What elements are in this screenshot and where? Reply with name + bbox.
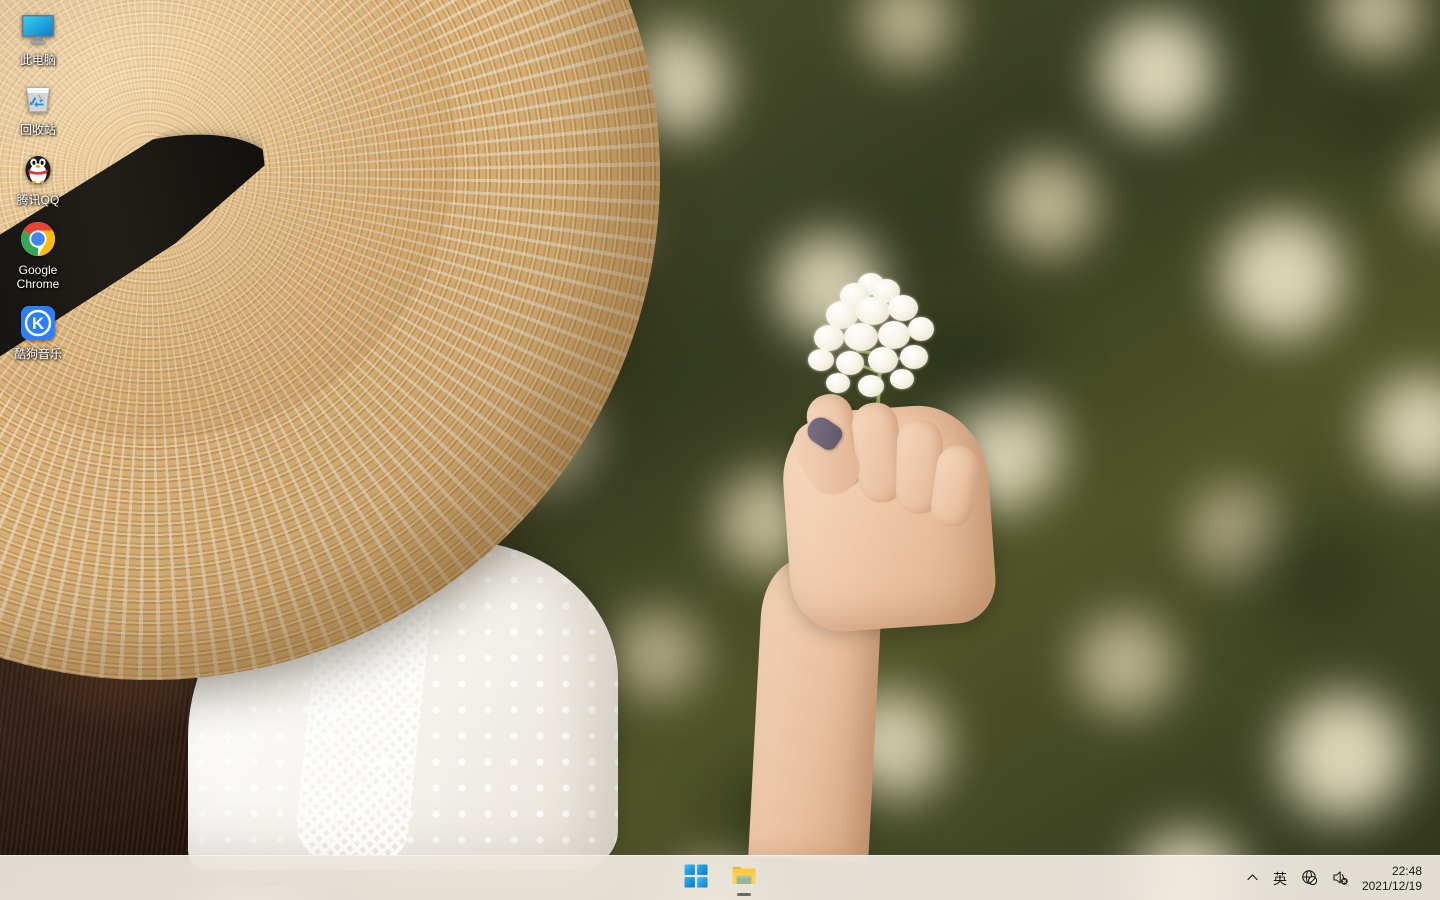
recycle-bin-icon — [18, 79, 58, 119]
desktop-icon-label: 回收站 — [19, 123, 56, 137]
volume-button[interactable] — [1325, 859, 1356, 899]
google-chrome-icon — [18, 219, 58, 259]
clock-time: 22:48 — [1391, 863, 1422, 878]
taskbar-center-group — [0, 856, 1440, 900]
windows-start-icon — [684, 864, 708, 893]
flower-floret — [826, 373, 850, 393]
flower-floret — [836, 351, 864, 375]
flower-floret — [808, 349, 834, 371]
flower-floret — [908, 317, 934, 341]
flower-floret — [890, 369, 914, 389]
desktop-icon-label: 腾讯QQ — [16, 193, 60, 207]
flower-floret — [878, 321, 910, 349]
desktop-icon-grid: 此电脑 回收站 腾讯QQ Google Chrome K 酷狗音乐 — [0, 0, 76, 370]
svg-text:K: K — [32, 314, 45, 333]
this-pc-monitor-icon — [18, 9, 58, 49]
tencent-qq-penguin-icon — [18, 149, 58, 189]
network-status-button[interactable] — [1294, 859, 1325, 899]
flower-floret — [856, 297, 890, 325]
taskbar-clock[interactable]: 22:48 2021/12/19 — [1356, 859, 1432, 899]
globe-disconnected-icon — [1301, 869, 1318, 889]
desktop-icon-kugou-music[interactable]: K 酷狗音乐 — [0, 300, 76, 365]
show-hidden-icons-button[interactable] — [1239, 859, 1266, 899]
start-button[interactable] — [676, 858, 716, 898]
taskbar-app-file-explorer[interactable] — [724, 858, 764, 898]
desktop-root[interactable]: 此电脑 回收站 腾讯QQ Google Chrome K 酷狗音乐 英 22:4… — [0, 0, 1440, 900]
kugou-music-icon: K — [18, 303, 58, 343]
flower-floret — [844, 323, 878, 351]
system-tray[interactable]: 英 22:48 2021/12/19 — [1239, 856, 1440, 900]
desktop-icon-tencent-qq[interactable]: 腾讯QQ — [0, 146, 76, 211]
desktop-icon-label: Google Chrome — [16, 263, 60, 291]
desktop-icon-label: 此电脑 — [19, 53, 56, 67]
app-running-indicator — [737, 893, 751, 896]
desktop-icon-google-chrome[interactable]: Google Chrome — [0, 216, 76, 295]
ime-indicator[interactable]: 英 — [1266, 859, 1294, 899]
taskbar[interactable]: 英 22:48 2021/12/19 — [0, 855, 1440, 900]
wallpaper-hand — [778, 389, 999, 635]
flower-floret — [858, 375, 884, 397]
flower-floret — [814, 325, 844, 351]
desktop-wallpaper — [0, 0, 1440, 900]
flower-floret — [900, 345, 928, 369]
flower-floret — [888, 295, 918, 321]
desktop-icon-recycle-bin[interactable]: 回收站 — [0, 76, 76, 141]
chevron-up-icon — [1246, 871, 1259, 887]
speaker-muted-icon — [1332, 869, 1349, 889]
desktop-icon-label: 酷狗音乐 — [13, 347, 62, 361]
flower-floret — [868, 347, 898, 373]
file-explorer-icon — [731, 863, 757, 894]
desktop-icon-this-pc[interactable]: 此电脑 — [0, 6, 76, 71]
clock-date: 2021/12/19 — [1361, 878, 1422, 893]
